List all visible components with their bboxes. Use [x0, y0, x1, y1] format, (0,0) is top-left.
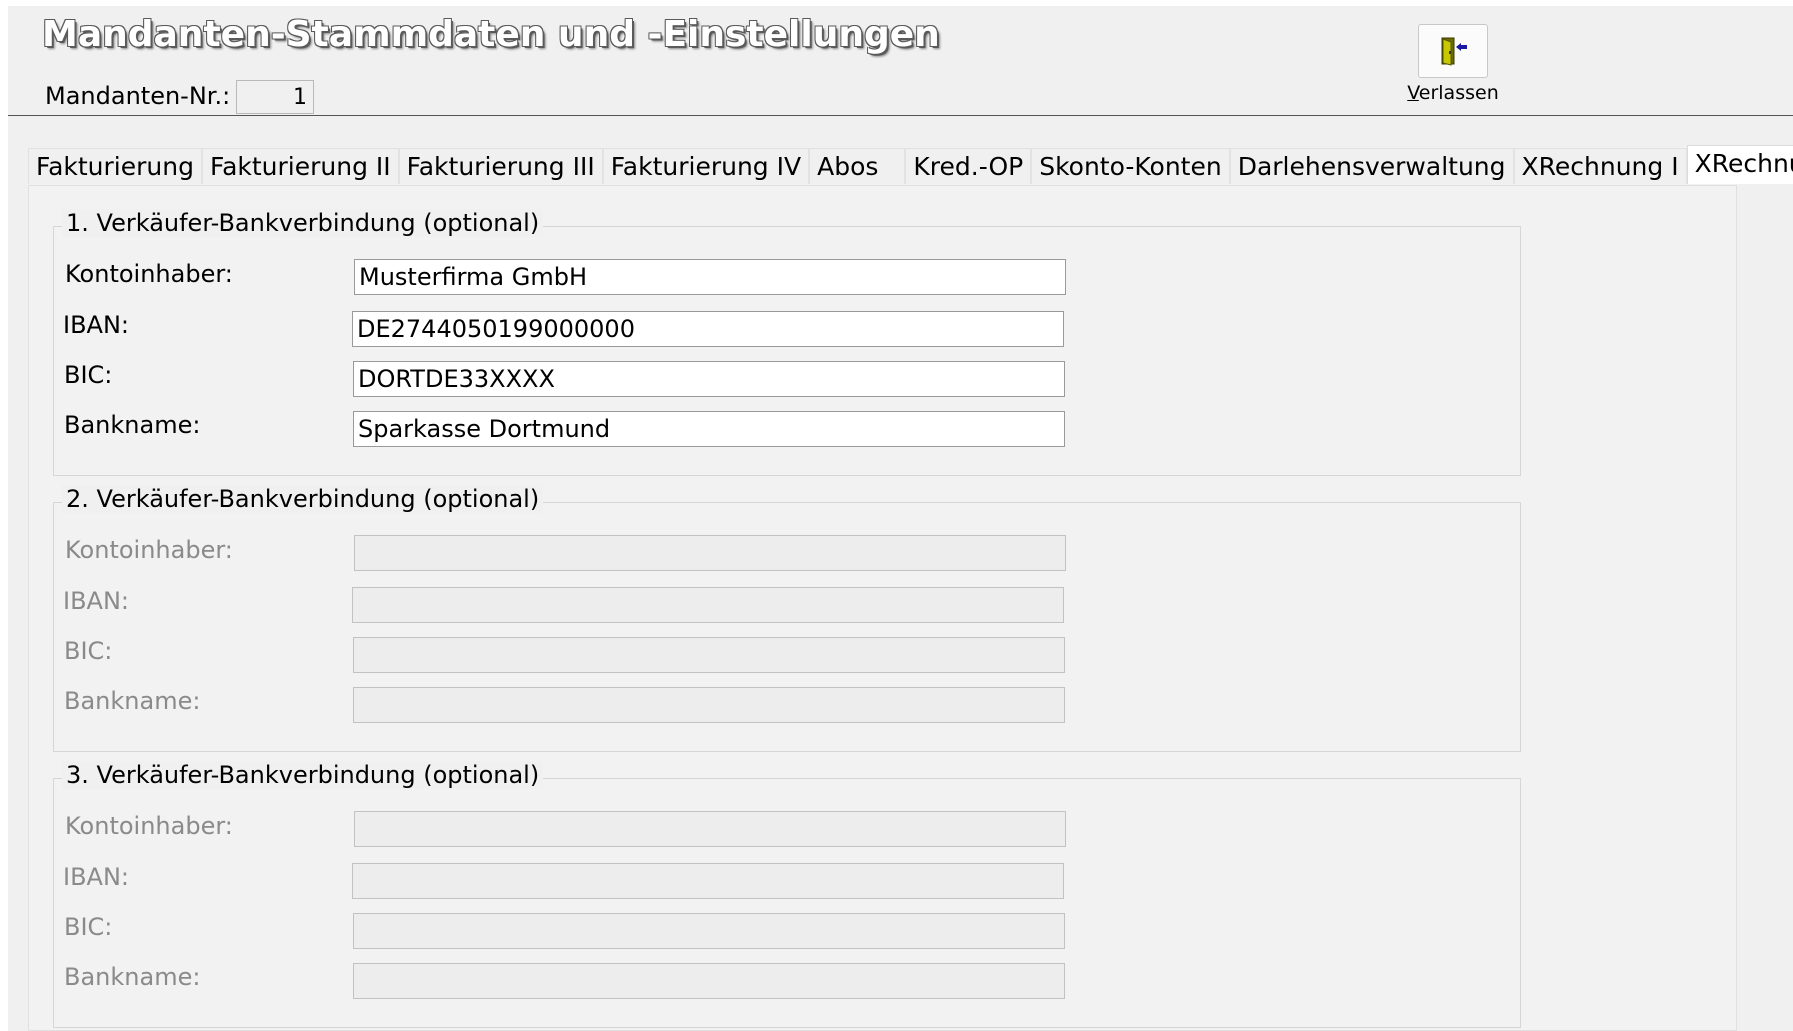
account-holder-field[interactable]	[354, 535, 1066, 571]
account-holder-field[interactable]: Musterfirma GmbH	[354, 259, 1066, 295]
mandant-number-field[interactable]: 1	[236, 80, 314, 114]
page-title: Mandanten-Stammdaten und -Einstellungen	[42, 14, 940, 55]
iban-field[interactable]	[352, 863, 1064, 899]
bank-name-field[interactable]: Sparkasse Dortmund	[353, 411, 1065, 447]
tab-abos[interactable]: Abos	[809, 148, 906, 184]
tab-fakturierung-iv[interactable]: Fakturierung IV	[602, 148, 810, 184]
tab-xrechnung-ii[interactable]: XRechnung II	[1686, 145, 1793, 184]
tab-skonto-konten[interactable]: Skonto-Konten	[1031, 148, 1230, 184]
account-holder-field[interactable]	[354, 811, 1066, 847]
tab-kred-op[interactable]: Kred.-OP	[905, 148, 1032, 184]
iban-label: IBAN:	[63, 863, 129, 891]
iban-label: IBAN:	[63, 587, 129, 615]
bank-name-label: Bankname:	[64, 411, 201, 439]
account-holder-label: Kontoinhaber:	[65, 812, 233, 840]
bank-name-label: Bankname:	[64, 687, 201, 715]
tab-fakturierung-ii[interactable]: Fakturierung II	[201, 148, 399, 184]
bank-name-field[interactable]	[353, 963, 1065, 999]
bank-group-2-title: 2. Verkäufer-Bankverbindung (optional)	[62, 485, 544, 513]
bic-label: BIC:	[64, 913, 113, 941]
door-exit-icon	[1441, 37, 1467, 66]
bic-label: BIC:	[64, 637, 113, 665]
iban-label: IBAN:	[63, 311, 129, 339]
header-divider	[8, 115, 1793, 116]
bank-name-label: Bankname:	[64, 963, 201, 991]
tab-bar: Fakturierung Fakturierung II Fakturierun…	[28, 145, 1793, 185]
account-holder-label: Kontoinhaber:	[65, 260, 233, 288]
bank-group-3-title: 3. Verkäufer-Bankverbindung (optional)	[62, 761, 544, 789]
bic-field[interactable]	[353, 913, 1065, 949]
tab-xrechnung-i[interactable]: XRechnung I	[1513, 148, 1687, 184]
bic-field[interactable]	[353, 637, 1065, 673]
bic-field[interactable]: DORTDE33XXXX	[353, 361, 1065, 397]
bank-name-field[interactable]	[353, 687, 1065, 723]
tab-fakturierung-iii[interactable]: Fakturierung III	[398, 148, 603, 184]
bank-group-1: 1. Verkäufer-Bankverbindung (optional) K…	[53, 209, 1521, 476]
exit-label[interactable]: Verlassen	[1388, 82, 1518, 104]
iban-field[interactable]: DE2744050199000000	[352, 311, 1064, 347]
bank-group-3: 3. Verkäufer-Bankverbindung (optional) K…	[53, 761, 1521, 1028]
account-holder-label: Kontoinhaber:	[65, 536, 233, 564]
bic-label: BIC:	[64, 361, 113, 389]
bank-group-1-title: 1. Verkäufer-Bankverbindung (optional)	[62, 209, 544, 237]
tab-fakturierung[interactable]: Fakturierung	[28, 148, 202, 184]
app-window: Mandanten-Stammdaten und -Einstellungen …	[8, 6, 1793, 1031]
mandant-number-label: Mandanten-Nr.:	[45, 82, 231, 110]
bank-group-2: 2. Verkäufer-Bankverbindung (optional) K…	[53, 485, 1521, 752]
tab-darlehensverwaltung[interactable]: Darlehensverwaltung	[1229, 148, 1514, 184]
exit-button[interactable]	[1418, 24, 1488, 78]
iban-field[interactable]	[352, 587, 1064, 623]
